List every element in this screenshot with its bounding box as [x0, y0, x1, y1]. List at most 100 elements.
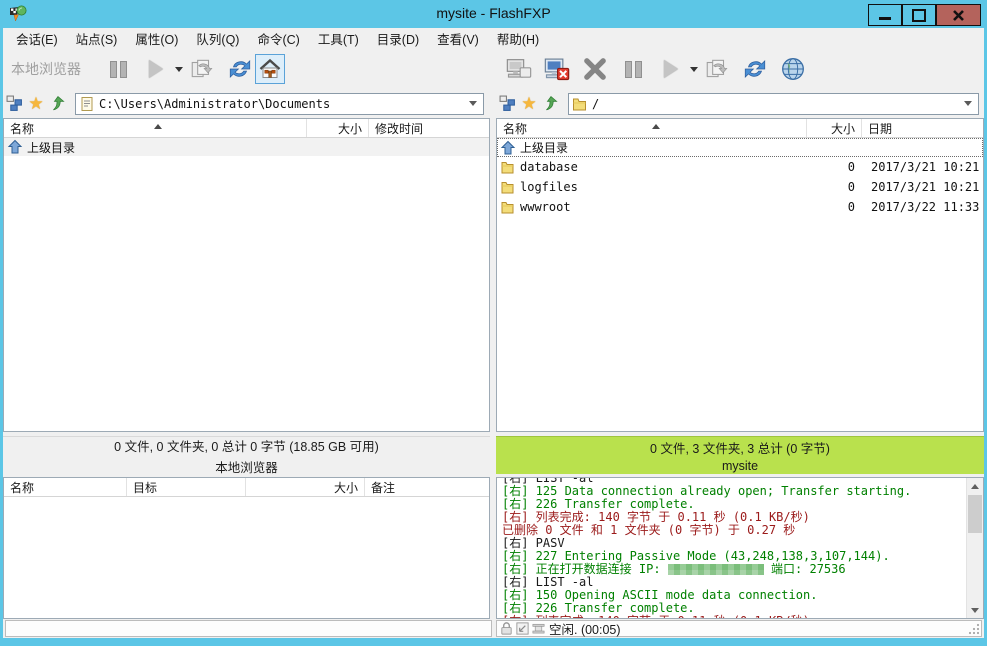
column-header-size[interactable]: 大小 [307, 119, 369, 137]
remote-status-summary: 0 文件, 3 文件夹, 3 总计 (0 字节) [496, 438, 984, 457]
remote-status-panel: 0 文件, 3 文件夹, 3 总计 (0 字节) mysite [496, 436, 984, 474]
column-header-name[interactable]: 名称 [4, 119, 307, 137]
file-name: logfiles [520, 180, 806, 194]
local-list-header: 名称 大小 修改时间 [4, 119, 489, 138]
local-browser-selector[interactable]: 本地浏览器 [11, 59, 81, 79]
flashfxp-window: mysite - FlashFXP 会话(E) 站点(S) 属性(O) 队列(Q… [0, 0, 987, 646]
status-text: 空闲. (00:05) [549, 619, 621, 638]
local-path-input[interactable] [99, 97, 463, 111]
menu-item-session[interactable]: 会话(E) [7, 27, 67, 50]
lock-icon [499, 621, 514, 636]
favorites-star-icon[interactable]: ★ [25, 93, 47, 115]
remote-status-label: mysite [496, 459, 984, 473]
queue-header: 名称 目标 大小 备注 [4, 478, 489, 497]
folder-icon [500, 199, 516, 215]
resume-dropdown-icon[interactable] [690, 67, 698, 72]
abort-button[interactable] [580, 54, 610, 84]
local-resume-button[interactable] [141, 54, 171, 84]
folder-icon [572, 96, 588, 112]
favorites-star-icon[interactable]: ★ [518, 93, 540, 115]
local-pause-button[interactable] [103, 54, 133, 84]
column-header-name[interactable]: 名称 [497, 119, 807, 137]
local-row-parent-dir[interactable]: 上级目录 [4, 138, 489, 156]
column-header-modified[interactable]: 修改时间 [369, 119, 489, 137]
menu-item-commands[interactable]: 命令(C) [248, 27, 308, 50]
site-url-button[interactable] [778, 54, 808, 84]
column-header-size[interactable]: 大小 [246, 478, 365, 496]
log-scrollbar[interactable] [966, 478, 983, 618]
close-icon [952, 9, 965, 22]
remote-file-list: 名称 大小 日期 上级目录 database 0 2017/3/21 [496, 118, 984, 432]
local-refresh-button[interactable] [225, 54, 255, 84]
up-directory-icon[interactable] [47, 93, 69, 115]
chevron-down-icon[interactable] [964, 101, 972, 106]
remote-disconnect-button[interactable] [542, 54, 572, 84]
remote-connect-button[interactable] [504, 54, 534, 84]
statusbar-right-panel: 空闲. (00:05) [496, 620, 982, 637]
maximize-button[interactable] [902, 4, 936, 26]
column-header-date[interactable]: 日期 [862, 119, 983, 137]
menu-item-view[interactable]: 查看(V) [428, 27, 488, 50]
up-directory-icon[interactable] [540, 93, 562, 115]
transfer-icon [189, 56, 215, 82]
client-area: 会话(E) 站点(S) 属性(O) 队列(Q) 命令(C) 工具(T) 目录(D… [3, 28, 984, 638]
resize-grip[interactable] [968, 623, 980, 635]
statusbar: 空闲. (00:05) [3, 619, 984, 638]
chevron-down-icon[interactable] [469, 101, 477, 106]
globe-icon [780, 56, 806, 82]
log-line: [右] 列表完成: 140 字节 于 0.11 秒 (0.1 KB/秒) [502, 615, 966, 618]
local-transfer-button[interactable] [187, 54, 217, 84]
remote-path-input[interactable] [592, 97, 958, 111]
menu-item-queue[interactable]: 队列(Q) [187, 27, 248, 50]
local-toolbar: 本地浏览器 [3, 49, 489, 89]
remote-row-database[interactable]: database 0 2017/3/21 10:21 [497, 157, 983, 177]
folder-icon [500, 159, 516, 175]
remote-path-combobox[interactable] [568, 93, 979, 115]
resume-dropdown-icon[interactable] [175, 67, 183, 72]
scrollbar-thumb[interactable] [968, 495, 982, 533]
log-line: 已删除 0 文件 和 1 文件夹 (0 字节) 于 0.27 秒 [502, 524, 966, 537]
sort-asc-icon [652, 124, 660, 129]
titlebar: mysite - FlashFXP [0, 0, 987, 28]
scroll-down-button[interactable] [967, 602, 983, 618]
remote-row-logfiles[interactable]: logfiles 0 2017/3/21 10:21 [497, 177, 983, 197]
column-header-name[interactable]: 名称 [4, 478, 127, 496]
pause-icon [110, 61, 127, 78]
local-status-summary: 0 文件, 0 文件夹, 0 总计 0 字节 (18.85 GB 可用) [3, 436, 490, 455]
minimize-button[interactable] [868, 4, 902, 26]
home-icon [258, 57, 282, 81]
column-header-target[interactable]: 目标 [127, 478, 246, 496]
log-messages[interactable]: [右] LIST -al [右] 125 Data connection alr… [497, 478, 966, 618]
remote-refresh-button[interactable] [740, 54, 770, 84]
remote-transfer-button[interactable] [702, 54, 732, 84]
queue-size-icon [531, 621, 546, 636]
file-name: database [520, 160, 806, 174]
local-path-combobox[interactable] [75, 93, 484, 115]
transfer-queue: 名称 目标 大小 备注 [3, 477, 490, 619]
menu-item-sites[interactable]: 站点(S) [67, 27, 127, 50]
remote-row-wwwroot[interactable]: wwwroot 0 2017/3/22 11:33 [497, 197, 983, 217]
close-button[interactable] [936, 4, 981, 26]
column-header-note[interactable]: 备注 [365, 478, 489, 496]
file-name: 上级目录 [27, 139, 75, 156]
play-icon [664, 60, 678, 78]
file-date: 2017/3/22 11:33 [861, 200, 983, 214]
scroll-up-button[interactable] [967, 478, 983, 494]
file-size: 0 [806, 180, 861, 194]
remote-row-parent-dir[interactable]: 上级目录 [497, 138, 983, 157]
column-header-size[interactable]: 大小 [807, 119, 862, 137]
remote-resume-button[interactable] [656, 54, 686, 84]
menu-item-tools[interactable]: 工具(T) [309, 27, 368, 50]
remote-list-header: 名称 大小 日期 [497, 119, 983, 138]
folder-tree-icon[interactable] [3, 93, 25, 115]
menu-item-help[interactable]: 帮助(H) [488, 27, 548, 50]
menu-item-directory[interactable]: 目录(D) [368, 27, 428, 50]
folder-tree-icon[interactable] [496, 93, 518, 115]
file-name: wwwroot [520, 200, 806, 214]
log-pane: [右] LIST -al [右] 125 Data connection alr… [496, 477, 984, 619]
menu-item-options[interactable]: 属性(O) [126, 27, 187, 50]
minimize-icon [879, 17, 891, 20]
local-home-button[interactable] [255, 54, 285, 84]
remote-pause-button[interactable] [618, 54, 648, 84]
file-size: 0 [806, 200, 861, 214]
